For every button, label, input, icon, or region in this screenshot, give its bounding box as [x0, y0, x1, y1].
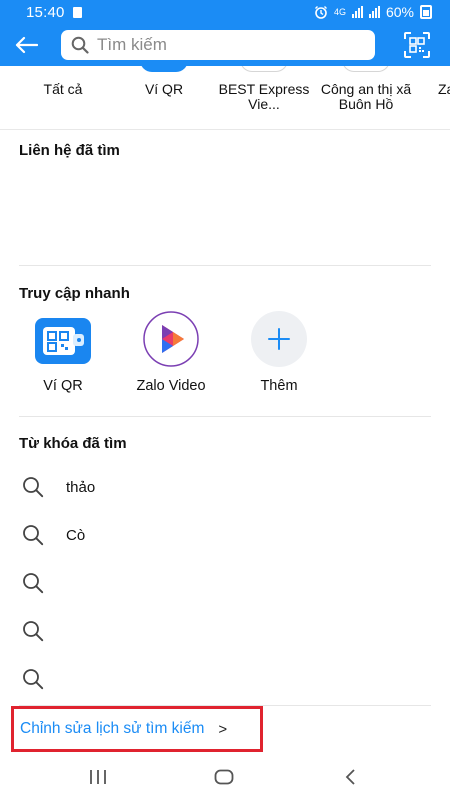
- quick-access-label: Ví QR: [43, 378, 83, 394]
- home-button[interactable]: [204, 766, 244, 788]
- edit-search-history-label: Chỉnh sửa lịch sử tìm kiếm: [20, 720, 205, 737]
- category-all[interactable]: Tất cả: [13, 66, 113, 129]
- keyword-row[interactable]: [0, 607, 450, 655]
- network-type: 4G: [333, 7, 346, 17]
- keyword-row[interactable]: [0, 655, 450, 703]
- battery-percent: 60%: [385, 4, 414, 20]
- recent-apps-button[interactable]: [78, 766, 118, 788]
- keyword-text: Cò: [66, 526, 86, 544]
- category-label: Tất cả: [43, 81, 83, 97]
- alarm-icon: [314, 6, 327, 19]
- search-icon: [23, 621, 44, 642]
- recent-keywords-title: Từ khóa đã tìm: [19, 435, 127, 452]
- search-icon: [23, 525, 44, 546]
- category-police[interactable]: Công an thị xã Buôn Hồ: [316, 66, 416, 129]
- category-label: Công an thị xã Buôn Hồ: [320, 81, 412, 112]
- quick-access-qr-wallet[interactable]: Ví QR: [23, 318, 103, 394]
- status-right: 4G 60%: [314, 4, 432, 20]
- zalo-video-icon: [143, 310, 199, 367]
- search-box[interactable]: [61, 30, 375, 60]
- chevron-right-icon: >: [218, 720, 228, 738]
- home-icon: [214, 769, 234, 785]
- keyword-row[interactable]: Cò: [0, 511, 450, 559]
- signal-icon-2: [368, 6, 380, 18]
- search-header: [0, 24, 450, 66]
- quick-access-label: Thêm: [260, 378, 298, 394]
- back-button[interactable]: [0, 24, 52, 66]
- category-strip: Tất cả Ví QR BEST Express Vie... Công an…: [0, 66, 450, 130]
- keyword-text: thảo: [66, 478, 96, 496]
- system-nav-bar: [0, 756, 450, 800]
- category-avatar: [140, 66, 188, 72]
- qr-scan-icon: [404, 32, 430, 58]
- category-label: BEST Express Vie...: [218, 81, 310, 112]
- search-icon: [71, 36, 89, 54]
- plus-icon: [251, 310, 307, 367]
- category-avatar: [240, 66, 288, 72]
- category-qr-wallet[interactable]: Ví QR: [114, 66, 214, 129]
- qr-wallet-icon: [35, 318, 91, 364]
- divider: [19, 265, 431, 266]
- keyword-row[interactable]: [0, 559, 450, 607]
- search-icon: [23, 669, 44, 690]
- recent-apps-icon: [90, 770, 106, 784]
- divider: [19, 416, 431, 417]
- category-partial[interactable]: Za: [438, 66, 450, 129]
- status-time: 15:40: [26, 3, 65, 21]
- edit-search-history-button[interactable]: Chỉnh sửa lịch sử tìm kiếm >: [11, 706, 263, 752]
- category-best-express[interactable]: BEST Express Vie...: [214, 66, 314, 129]
- category-label: Za: [438, 81, 450, 97]
- keyword-row[interactable]: thảo: [0, 463, 450, 511]
- search-icon: [23, 477, 44, 498]
- status-bar: 15:40 4G 60%: [0, 0, 450, 24]
- quick-access-zalo-video[interactable]: Zalo Video: [131, 310, 211, 394]
- category-label: Ví QR: [144, 81, 184, 97]
- quick-access-more[interactable]: Thêm: [239, 310, 319, 394]
- category-avatar: [342, 66, 390, 72]
- back-arrow-icon: [15, 36, 38, 54]
- signal-icon: [351, 6, 363, 18]
- qr-scan-button[interactable]: [402, 30, 432, 60]
- back-nav-button[interactable]: [330, 766, 370, 788]
- search-input[interactable]: [97, 35, 357, 55]
- quick-access-label: Zalo Video: [136, 378, 206, 394]
- back-chevron-icon: [345, 769, 355, 785]
- battery-icon: [420, 5, 432, 19]
- search-icon: [23, 573, 44, 594]
- quick-access-title: Truy cập nhanh: [19, 285, 130, 302]
- sd-card-icon: [72, 6, 82, 18]
- recent-contacts-title: Liên hệ đã tìm: [19, 142, 120, 159]
